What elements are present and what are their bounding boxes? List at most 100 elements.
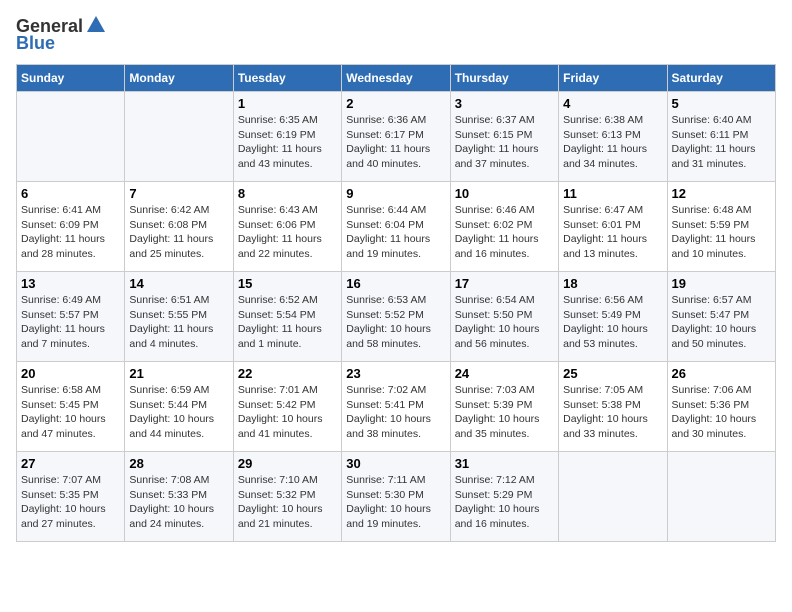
day-info: Sunrise: 6:42 AMSunset: 6:08 PMDaylight:… [129, 203, 228, 262]
day-info: Sunrise: 7:06 AMSunset: 5:36 PMDaylight:… [672, 383, 771, 442]
day-info: Sunrise: 6:47 AMSunset: 6:01 PMDaylight:… [563, 203, 662, 262]
week-row-2: 6 Sunrise: 6:41 AMSunset: 6:09 PMDaylight… [17, 182, 776, 272]
day-number: 16 [346, 276, 445, 291]
day-number: 11 [563, 186, 662, 201]
calendar-cell [125, 92, 233, 182]
calendar-cell: 15 Sunrise: 6:52 AMSunset: 5:54 PMDayligh… [233, 272, 341, 362]
day-number: 8 [238, 186, 337, 201]
calendar-cell: 30Sunrise: 7:11 AMSunset: 5:30 PMDayligh… [342, 452, 450, 542]
week-row-4: 20 Sunrise: 6:58 AMSunset: 5:45 PMDayligh… [17, 362, 776, 452]
day-number: 20 [21, 366, 120, 381]
day-number: 10 [455, 186, 554, 201]
calendar-cell: 9Sunrise: 6:44 AMSunset: 6:04 PMDaylight… [342, 182, 450, 272]
calendar-cell: 13 Sunrise: 6:49 AMSunset: 5:57 PMDayligh… [17, 272, 125, 362]
calendar-cell: 2 Sunrise: 6:36 AMSunset: 6:17 PMDaylight… [342, 92, 450, 182]
calendar-cell: 24 Sunrise: 7:03 AMSunset: 5:39 PMDayligh… [450, 362, 558, 452]
day-number: 28 [129, 456, 228, 471]
day-info: Sunrise: 6:37 AMSunset: 6:15 PMDaylight:… [455, 113, 554, 172]
calendar-cell: 11 Sunrise: 6:47 AMSunset: 6:01 PMDayligh… [559, 182, 667, 272]
weekday-header-row: SundayMondayTuesdayWednesdayThursdayFrid… [17, 65, 776, 92]
day-info: Sunrise: 6:52 AMSunset: 5:54 PMDaylight:… [238, 293, 337, 352]
calendar-cell: 19 Sunrise: 6:57 AMSunset: 5:47 PMDayligh… [667, 272, 775, 362]
day-info: Sunrise: 6:49 AMSunset: 5:57 PMDaylight:… [21, 293, 120, 352]
day-number: 23 [346, 366, 445, 381]
day-number: 24 [455, 366, 554, 381]
day-info: Sunrise: 7:11 AMSunset: 5:30 PMDaylight:… [346, 473, 445, 532]
calendar-cell: 14 Sunrise: 6:51 AMSunset: 5:55 PMDayligh… [125, 272, 233, 362]
calendar-cell: 21 Sunrise: 6:59 AMSunset: 5:44 PMDayligh… [125, 362, 233, 452]
day-info: Sunrise: 6:41 AMSunset: 6:09 PMDaylight:… [21, 203, 120, 262]
day-number: 31 [455, 456, 554, 471]
calendar-cell: 3 Sunrise: 6:37 AMSunset: 6:15 PMDaylight… [450, 92, 558, 182]
calendar-cell: 8Sunrise: 6:43 AMSunset: 6:06 PMDaylight… [233, 182, 341, 272]
week-row-3: 13 Sunrise: 6:49 AMSunset: 5:57 PMDayligh… [17, 272, 776, 362]
day-info: Sunrise: 7:12 AMSunset: 5:29 PMDaylight:… [455, 473, 554, 532]
day-info: Sunrise: 7:03 AMSunset: 5:39 PMDaylight:… [455, 383, 554, 442]
day-number: 12 [672, 186, 771, 201]
day-info: Sunrise: 6:57 AMSunset: 5:47 PMDaylight:… [672, 293, 771, 352]
calendar-cell: 5 Sunrise: 6:40 AMSunset: 6:11 PMDaylight… [667, 92, 775, 182]
day-number: 13 [21, 276, 120, 291]
day-info: Sunrise: 7:01 AMSunset: 5:42 PMDaylight:… [238, 383, 337, 442]
day-info: Sunrise: 6:40 AMSunset: 6:11 PMDaylight:… [672, 113, 771, 172]
day-number: 21 [129, 366, 228, 381]
calendar-cell: 1Sunrise: 6:35 AMSunset: 6:19 PMDaylight… [233, 92, 341, 182]
day-number: 14 [129, 276, 228, 291]
calendar-cell: 27 Sunrise: 7:07 AMSunset: 5:35 PMDayligh… [17, 452, 125, 542]
calendar-cell: 4 Sunrise: 6:38 AMSunset: 6:13 PMDaylight… [559, 92, 667, 182]
day-number: 4 [563, 96, 662, 111]
day-info: Sunrise: 6:56 AMSunset: 5:49 PMDaylight:… [563, 293, 662, 352]
calendar-cell [17, 92, 125, 182]
day-info: Sunrise: 7:07 AMSunset: 5:35 PMDaylight:… [21, 473, 120, 532]
weekday-header-thursday: Thursday [450, 65, 558, 92]
calendar-cell [559, 452, 667, 542]
day-info: Sunrise: 6:54 AMSunset: 5:50 PMDaylight:… [455, 293, 554, 352]
calendar-cell: 10 Sunrise: 6:46 AMSunset: 6:02 PMDayligh… [450, 182, 558, 272]
calendar-cell: 22 Sunrise: 7:01 AMSunset: 5:42 PMDayligh… [233, 362, 341, 452]
calendar-cell: 16 Sunrise: 6:53 AMSunset: 5:52 PMDayligh… [342, 272, 450, 362]
day-info: Sunrise: 7:10 AMSunset: 5:32 PMDaylight:… [238, 473, 337, 532]
weekday-header-tuesday: Tuesday [233, 65, 341, 92]
weekday-header-saturday: Saturday [667, 65, 775, 92]
calendar-cell: 23Sunrise: 7:02 AMSunset: 5:41 PMDayligh… [342, 362, 450, 452]
day-info: Sunrise: 6:46 AMSunset: 6:02 PMDaylight:… [455, 203, 554, 262]
day-number: 27 [21, 456, 120, 471]
day-number: 18 [563, 276, 662, 291]
calendar-cell: 18 Sunrise: 6:56 AMSunset: 5:49 PMDayligh… [559, 272, 667, 362]
calendar-cell: 25Sunrise: 7:05 AMSunset: 5:38 PMDayligh… [559, 362, 667, 452]
day-number: 5 [672, 96, 771, 111]
logo: General Blue [16, 16, 107, 54]
day-number: 29 [238, 456, 337, 471]
calendar-cell: 17 Sunrise: 6:54 AMSunset: 5:50 PMDayligh… [450, 272, 558, 362]
day-info: Sunrise: 6:38 AMSunset: 6:13 PMDaylight:… [563, 113, 662, 172]
week-row-5: 27 Sunrise: 7:07 AMSunset: 5:35 PMDayligh… [17, 452, 776, 542]
day-number: 26 [672, 366, 771, 381]
day-number: 17 [455, 276, 554, 291]
day-number: 2 [346, 96, 445, 111]
day-info: Sunrise: 6:51 AMSunset: 5:55 PMDaylight:… [129, 293, 228, 352]
day-number: 3 [455, 96, 554, 111]
logo-blue-text: Blue [16, 33, 55, 54]
calendar-cell: 26 Sunrise: 7:06 AMSunset: 5:36 PMDayligh… [667, 362, 775, 452]
day-info: Sunrise: 6:53 AMSunset: 5:52 PMDaylight:… [346, 293, 445, 352]
day-info: Sunrise: 6:36 AMSunset: 6:17 PMDaylight:… [346, 113, 445, 172]
day-info: Sunrise: 6:58 AMSunset: 5:45 PMDaylight:… [21, 383, 120, 442]
calendar-cell: 12 Sunrise: 6:48 AMSunset: 5:59 PMDayligh… [667, 182, 775, 272]
day-info: Sunrise: 6:59 AMSunset: 5:44 PMDaylight:… [129, 383, 228, 442]
day-info: Sunrise: 6:35 AMSunset: 6:19 PMDaylight:… [238, 113, 337, 172]
calendar-cell: 31 Sunrise: 7:12 AMSunset: 5:29 PMDayligh… [450, 452, 558, 542]
day-number: 6 [21, 186, 120, 201]
day-info: Sunrise: 7:08 AMSunset: 5:33 PMDaylight:… [129, 473, 228, 532]
day-info: Sunrise: 6:48 AMSunset: 5:59 PMDaylight:… [672, 203, 771, 262]
calendar-cell: 7 Sunrise: 6:42 AMSunset: 6:08 PMDaylight… [125, 182, 233, 272]
day-number: 19 [672, 276, 771, 291]
day-number: 7 [129, 186, 228, 201]
calendar-cell: 6 Sunrise: 6:41 AMSunset: 6:09 PMDaylight… [17, 182, 125, 272]
day-number: 15 [238, 276, 337, 291]
calendar-cell [667, 452, 775, 542]
weekday-header-friday: Friday [559, 65, 667, 92]
day-info: Sunrise: 6:44 AMSunset: 6:04 PMDaylight:… [346, 203, 445, 262]
header: General Blue [16, 16, 776, 54]
weekday-header-wednesday: Wednesday [342, 65, 450, 92]
day-number: 22 [238, 366, 337, 381]
